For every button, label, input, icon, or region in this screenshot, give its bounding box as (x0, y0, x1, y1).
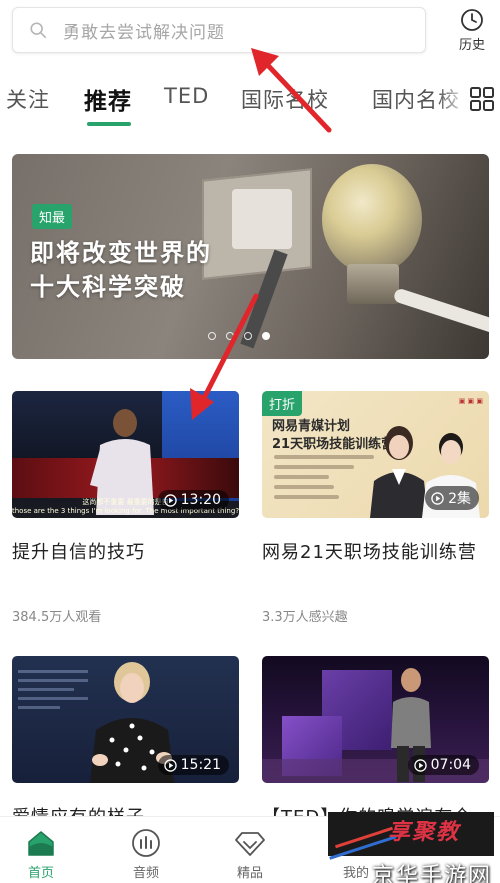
audio-icon (132, 829, 160, 857)
duration-badge: 13:20 (157, 490, 229, 510)
video-thumbnail[interactable]: 这尚都不重要 最重要的是自 those are the 3 things I'm… (12, 391, 239, 518)
grid-menu-icon[interactable] (470, 87, 494, 111)
play-icon (163, 758, 177, 772)
video-title[interactable]: 网易21天职场技能训练营 (262, 538, 489, 564)
discount-tag: 打折 (262, 391, 303, 416)
banner-image-cord (392, 287, 489, 335)
tab-follow[interactable]: 关注 (6, 84, 50, 114)
banner-title: 即将改变世界的 十大科学突破 (30, 236, 212, 304)
video-card[interactable]: 打折 ▣ ▣ ▣ 网易青媒计划 21天职场技能训练营 2集 网易21天职场技能训… (262, 391, 489, 625)
featured-banner[interactable]: 知最 即将改变世界的 十大科学突破 (12, 154, 489, 359)
thumb-slide-text (18, 670, 88, 715)
diamond-icon (235, 832, 265, 856)
presenter-woman (370, 426, 428, 518)
nav-audio-label: 音频 (132, 866, 159, 881)
duration-text: 15:21 (180, 757, 221, 773)
video-thumbnail[interactable]: 打折 ▣ ▣ ▣ 网易青媒计划 21天职场技能训练营 2集 (262, 391, 489, 518)
carousel-dot[interactable] (244, 332, 252, 340)
category-tabs: 关注 推荐 TED 国际名校 国内名校 (0, 70, 468, 130)
watermark-text: 京华手游网 (372, 864, 493, 883)
watermark: 享聚教 京华手游网 (328, 812, 494, 883)
banner-image-bulb-base (347, 264, 399, 304)
play-icon (163, 493, 177, 507)
search-icon (30, 22, 47, 39)
video-thumbnail[interactable]: 07:04 (262, 656, 489, 783)
history-button[interactable]: 历史 (450, 8, 494, 53)
duration-text: 07:04 (430, 757, 471, 773)
thumb-headline-1: 网易青媒计划 (272, 419, 351, 434)
play-icon (413, 758, 427, 772)
carousel-dot[interactable] (226, 332, 234, 340)
watermark-logo: 享聚教 (388, 820, 461, 845)
play-icon (431, 491, 444, 505)
banner-image-bulb (322, 164, 422, 274)
video-thumbnail[interactable]: 15:21 (12, 656, 239, 783)
nav-audio[interactable]: 音频 (116, 827, 176, 881)
video-card[interactable]: 07:04 【TED】你的鳴学遍存全 (262, 656, 489, 829)
search-placeholder: 勇敢去尝试解决问题 (63, 22, 225, 43)
history-label: 历史 (458, 38, 485, 53)
tab-fade (438, 70, 468, 130)
episodes-text: 2集 (448, 491, 471, 507)
tab-international-schools[interactable]: 国际名校 (241, 84, 329, 114)
clock-icon (461, 9, 483, 31)
brand-logos: ▣ ▣ ▣ (458, 397, 483, 405)
home-icon (28, 831, 54, 856)
interest-count: 3.3万人感兴趣 (262, 610, 348, 625)
banner-image-socket (232, 189, 292, 249)
search-input[interactable]: 勇敢去尝试解决问题 (12, 7, 426, 53)
duration-text: 13:20 (180, 492, 221, 508)
carousel-dot-active[interactable] (262, 332, 270, 340)
nav-home[interactable]: 首页 (11, 827, 71, 881)
thumb-text-lines (274, 455, 374, 505)
nav-premium[interactable]: 精品 (220, 827, 280, 881)
duration-badge: 07:04 (407, 755, 479, 775)
view-count: 384.5万人观看 (12, 610, 102, 625)
tab-recommend[interactable]: 推荐 (84, 82, 132, 116)
banner-title-line2: 十大科学突破 (30, 273, 186, 301)
nav-premium-label: 精品 (236, 866, 263, 881)
banner-tag: 知最 (32, 204, 73, 229)
video-card[interactable]: 15:21 爱情应有的样子 (12, 656, 239, 829)
duration-badge: 15:21 (157, 755, 229, 775)
nav-home-label: 首页 (27, 866, 54, 881)
tab-ted[interactable]: TED (164, 84, 209, 108)
video-title[interactable]: 提升自信的技巧 (12, 538, 239, 564)
active-tab-indicator (87, 122, 131, 126)
carousel-dot[interactable] (208, 332, 216, 340)
episodes-badge: 2集 (425, 486, 479, 510)
banner-title-line1: 即将改变世界的 (30, 239, 212, 267)
carousel-dots (208, 332, 270, 340)
video-card[interactable]: 这尚都不重要 最重要的是自 those are the 3 things I'm… (12, 391, 239, 625)
